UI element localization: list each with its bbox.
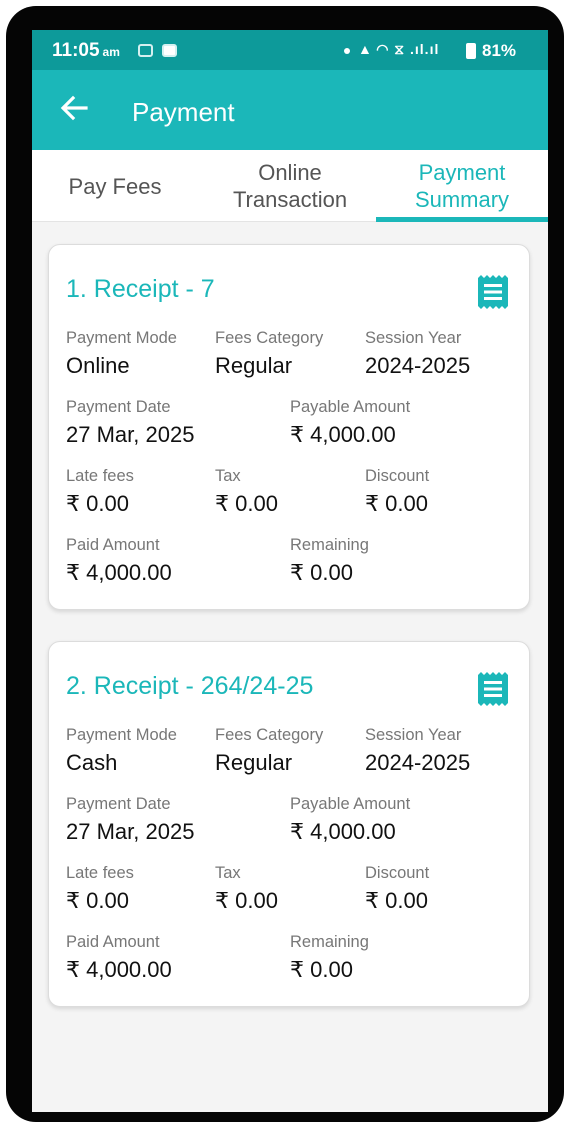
fees-category-label: Fees Category — [215, 726, 324, 744]
payment-mode-label: Payment Mode — [66, 329, 177, 347]
status-time: 11:05 am — [52, 40, 120, 61]
payable-amount-value: ₹ 4,000.00 — [290, 819, 396, 844]
receipt-title: 2. Receipt - 264/24-25 — [66, 672, 314, 700]
discount-label: Discount — [365, 864, 430, 882]
payment-date-field: Payment Date 27 Mar, 2025 — [66, 398, 194, 448]
session-year-label: Session Year — [365, 329, 462, 347]
discount-field: Discount ₹ 0.00 — [365, 467, 429, 517]
paid-amount-value: ₹ 4,000.00 — [66, 957, 172, 982]
tab-bar: Pay Fees Online Transaction Payment Summ… — [32, 150, 548, 222]
fees-category-value: Regular — [215, 353, 293, 378]
paid-amount-field: Paid Amount ₹ 4,000.00 — [66, 933, 172, 983]
gallery-notification-icon — [138, 44, 153, 57]
tab-pay-fees[interactable]: Pay Fees — [32, 150, 198, 222]
late-fees-value: ₹ 0.00 — [66, 888, 129, 913]
remaining-label: Remaining — [290, 933, 369, 951]
tax-label: Tax — [215, 864, 241, 882]
session-year-value: 2024-2025 — [365, 750, 471, 775]
discount-value: ₹ 0.00 — [365, 888, 428, 913]
payable-amount-value: ₹ 4,000.00 — [290, 422, 396, 447]
fees-category-field: Fees Category Regular — [215, 726, 323, 776]
payment-mode-field: Payment Mode Online — [66, 329, 177, 379]
tax-field: Tax ₹ 0.00 — [215, 864, 278, 914]
payment-mode-field: Payment Mode Cash — [66, 726, 177, 776]
payable-amount-field: Payable Amount ₹ 4,000.00 — [290, 795, 410, 845]
payment-date-label: Payment Date — [66, 398, 171, 416]
session-year-value: 2024-2025 — [365, 353, 471, 378]
message-notification-icon — [162, 44, 177, 57]
payable-amount-field: Payable Amount ₹ 4,000.00 — [290, 398, 410, 448]
tax-field: Tax ₹ 0.00 — [215, 467, 278, 517]
session-year-field: Session Year 2024-2025 — [365, 726, 470, 776]
discount-label: Discount — [365, 467, 430, 485]
late-fees-field: Late fees ₹ 0.00 — [66, 864, 134, 914]
session-year-label: Session Year — [365, 726, 462, 744]
receipt-card: 1. Receipt - 7 Payment Mode Online Fees … — [48, 244, 530, 610]
late-fees-label: Late fees — [66, 467, 134, 485]
network-signal-icon: ▲ ◠ ⧖ .ıl.ıl — [358, 41, 440, 57]
payment-mode-value: Cash — [66, 750, 118, 775]
receipt-icon[interactable] — [478, 275, 508, 309]
remaining-value: ₹ 0.00 — [290, 957, 353, 982]
payment-mode-value: Online — [66, 353, 130, 378]
remaining-field: Remaining ₹ 0.00 — [290, 933, 369, 983]
page-title: Payment — [132, 97, 235, 127]
active-tab-indicator — [376, 217, 548, 222]
remaining-value: ₹ 0.00 — [290, 560, 353, 585]
phone-frame: 11:05 am ▲ ◠ ⧖ .ıl.ıl 81% Payment Pay Fee… — [0, 0, 567, 1128]
payment-date-value: 27 Mar, 2025 — [66, 422, 195, 447]
remaining-field: Remaining ₹ 0.00 — [290, 536, 369, 586]
payment-date-value: 27 Mar, 2025 — [66, 819, 195, 844]
tab-payment-summary[interactable]: Payment Summary — [376, 150, 548, 222]
receipt-title: 1. Receipt - 7 — [66, 275, 215, 303]
discount-field: Discount ₹ 0.00 — [365, 864, 429, 914]
late-fees-label: Late fees — [66, 864, 134, 882]
receipt-card: 2. Receipt - 264/24-25 Payment Mode Cash… — [48, 641, 530, 1007]
paid-amount-value: ₹ 4,000.00 — [66, 560, 172, 585]
paid-amount-field: Paid Amount ₹ 4,000.00 — [66, 536, 172, 586]
battery-level: 81% — [482, 41, 517, 60]
session-year-field: Session Year 2024-2025 — [365, 329, 470, 379]
paid-amount-label: Paid Amount — [66, 933, 160, 951]
fees-category-field: Fees Category Regular — [215, 329, 323, 379]
notification-dot-icon — [344, 48, 350, 54]
phone-body: 11:05 am ▲ ◠ ⧖ .ıl.ıl 81% Payment Pay Fee… — [6, 6, 564, 1122]
payable-amount-label: Payable Amount — [290, 795, 411, 813]
paid-amount-label: Paid Amount — [66, 536, 160, 554]
late-fees-value: ₹ 0.00 — [66, 491, 129, 516]
app-bar: Payment — [32, 70, 548, 150]
back-arrow-icon[interactable] — [58, 92, 90, 124]
fees-category-value: Regular — [215, 750, 293, 775]
tax-value: ₹ 0.00 — [215, 491, 278, 516]
late-fees-field: Late fees ₹ 0.00 — [66, 467, 134, 517]
payable-amount-label: Payable Amount — [290, 398, 411, 416]
receipt-icon[interactable] — [478, 672, 508, 706]
tax-label: Tax — [215, 467, 241, 485]
discount-value: ₹ 0.00 — [365, 491, 428, 516]
battery-icon — [466, 43, 476, 59]
payment-date-field: Payment Date 27 Mar, 2025 — [66, 795, 194, 845]
status-bar: 11:05 am ▲ ◠ ⧖ .ıl.ıl 81% — [32, 30, 548, 70]
remaining-label: Remaining — [290, 536, 369, 554]
payment-mode-label: Payment Mode — [66, 726, 177, 744]
payment-date-label: Payment Date — [66, 795, 171, 813]
tax-value: ₹ 0.00 — [215, 888, 278, 913]
tab-online-transaction[interactable]: Online Transaction — [204, 150, 376, 222]
fees-category-label: Fees Category — [215, 329, 324, 347]
app-screen: 11:05 am ▲ ◠ ⧖ .ıl.ıl 81% Payment Pay Fee… — [32, 30, 548, 1112]
